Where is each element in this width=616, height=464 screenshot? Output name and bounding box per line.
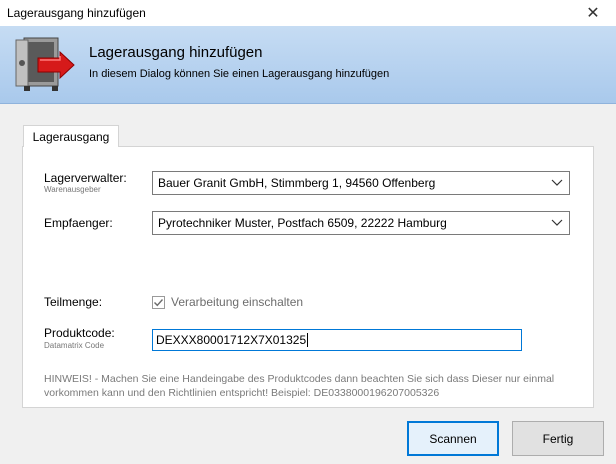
header-title: Lagerausgang hinzufügen <box>89 44 263 61</box>
done-button[interactable]: Fertig <box>512 421 604 456</box>
lagerverwalter-sublabel: Warenausgeber <box>44 185 101 194</box>
teilmenge-label: Teilmenge: <box>44 295 103 309</box>
hint-line-2: vorkommen kann und den Richtlinien entsp… <box>44 387 440 399</box>
close-button[interactable]: ✕ <box>570 0 616 26</box>
lagerverwalter-label: Lagerverwalter: <box>44 171 127 185</box>
lagerverwalter-select[interactable]: Bauer Granit GmbH, Stimmberg 1, 94560 Of… <box>152 171 570 195</box>
verarbeitung-checkbox[interactable]: Verarbeitung einschalten <box>152 295 303 309</box>
empfaenger-label: Empfaenger: <box>44 216 113 230</box>
produktcode-value: DEXXX80001712X7X01325 <box>156 333 307 347</box>
header-subtitle: In diesem Dialog können Sie einen Lagera… <box>89 68 390 80</box>
close-icon: ✕ <box>586 5 600 22</box>
chevron-down-icon <box>551 176 563 190</box>
lagerverwalter-value: Bauer Granit GmbH, Stimmberg 1, 94560 Of… <box>158 176 436 190</box>
dialog-window: Lagerausgang hinzufügen ✕ Lagerausgang h… <box>0 0 616 464</box>
checkmark-icon <box>154 298 164 306</box>
produktcode-label: Produktcode: <box>44 326 115 340</box>
chevron-down-icon <box>551 216 563 230</box>
empfaenger-value: Pyrotechniker Muster, Postfach 6509, 222… <box>158 216 447 230</box>
produktcode-sublabel: Datamatrix Code <box>44 341 105 350</box>
checkbox-box[interactable] <box>152 295 165 309</box>
empfaenger-select[interactable]: Pyrotechniker Muster, Postfach 6509, 222… <box>152 211 570 235</box>
scan-button[interactable]: Scannen <box>407 421 499 456</box>
safe-icon <box>15 37 75 91</box>
tab-lagerausgang[interactable]: Lagerausgang <box>23 125 119 147</box>
hint-line-1: HINWEIS! - Machen Sie eine Handeingabe d… <box>44 373 555 385</box>
produktcode-input[interactable]: DEXXX80001712X7X01325 <box>152 329 522 351</box>
checkbox-label: Verarbeitung einschalten <box>171 295 304 309</box>
window-title: Lagerausgang hinzufügen <box>7 6 146 20</box>
dialog-header: Lagerausgang hinzufügen In diesem Dialog… <box>0 26 616 104</box>
text-caret <box>307 333 309 347</box>
title-bar: Lagerausgang hinzufügen ✕ <box>0 0 616 26</box>
